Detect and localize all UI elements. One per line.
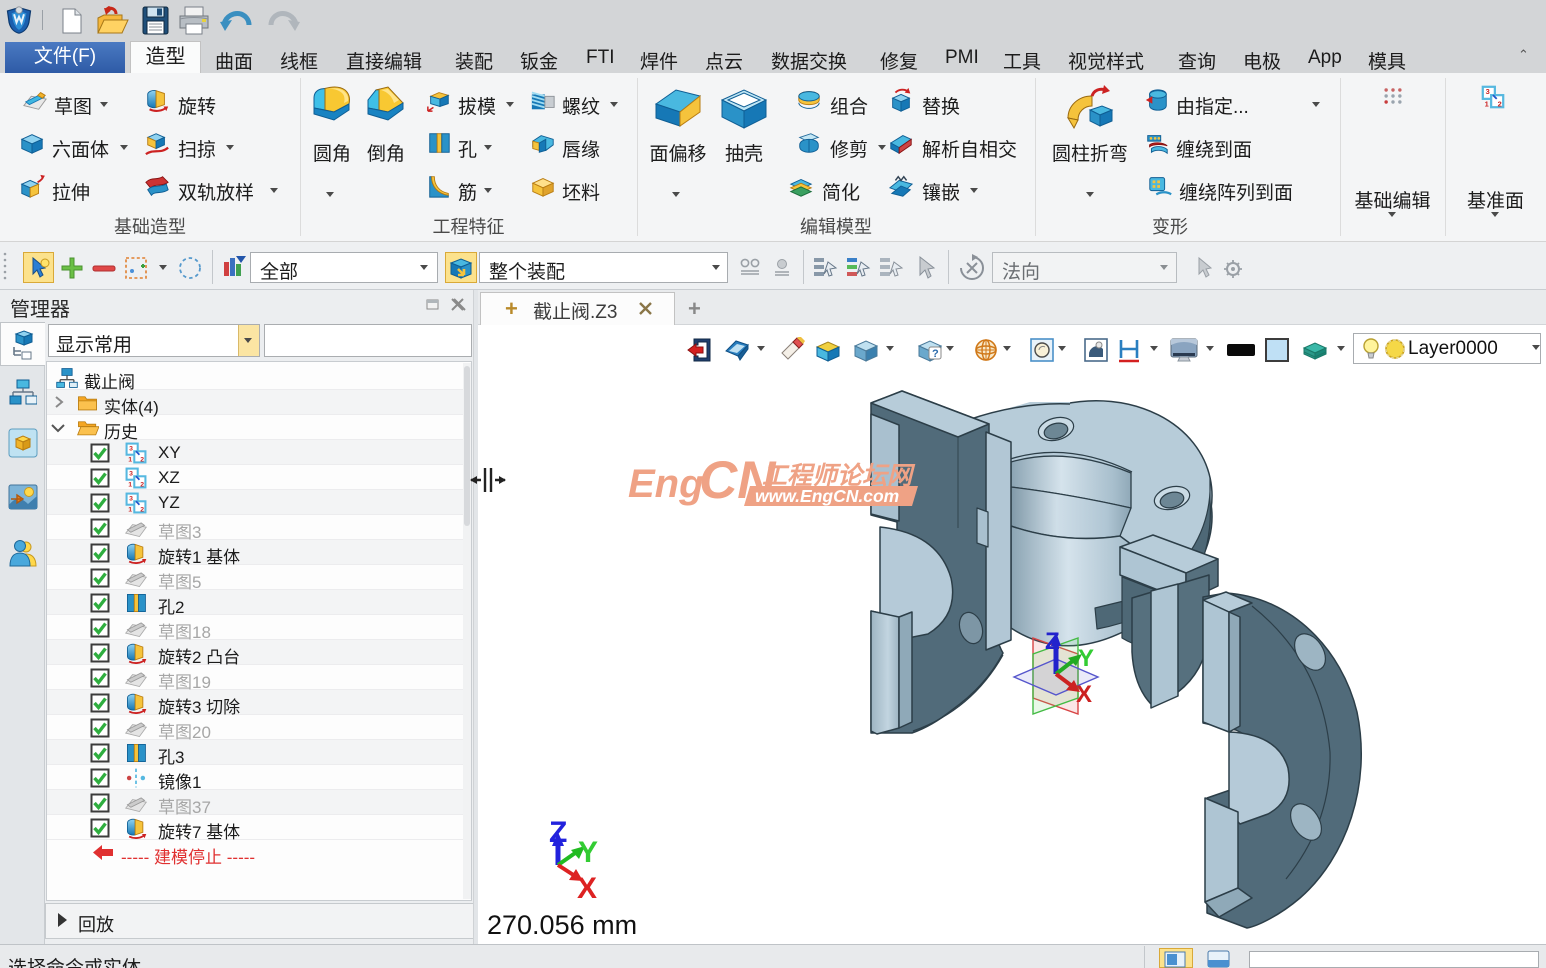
svg-text:Y: Y bbox=[578, 836, 598, 869]
svg-text:Eng: Eng bbox=[628, 462, 704, 506]
svg-text:www.EngCN.com: www.EngCN.com bbox=[755, 486, 899, 506]
svg-text:X: X bbox=[1076, 681, 1092, 708]
svg-text:Y: Y bbox=[1078, 645, 1094, 672]
svg-text:Z: Z bbox=[1045, 628, 1060, 655]
svg-text:X: X bbox=[577, 872, 597, 905]
